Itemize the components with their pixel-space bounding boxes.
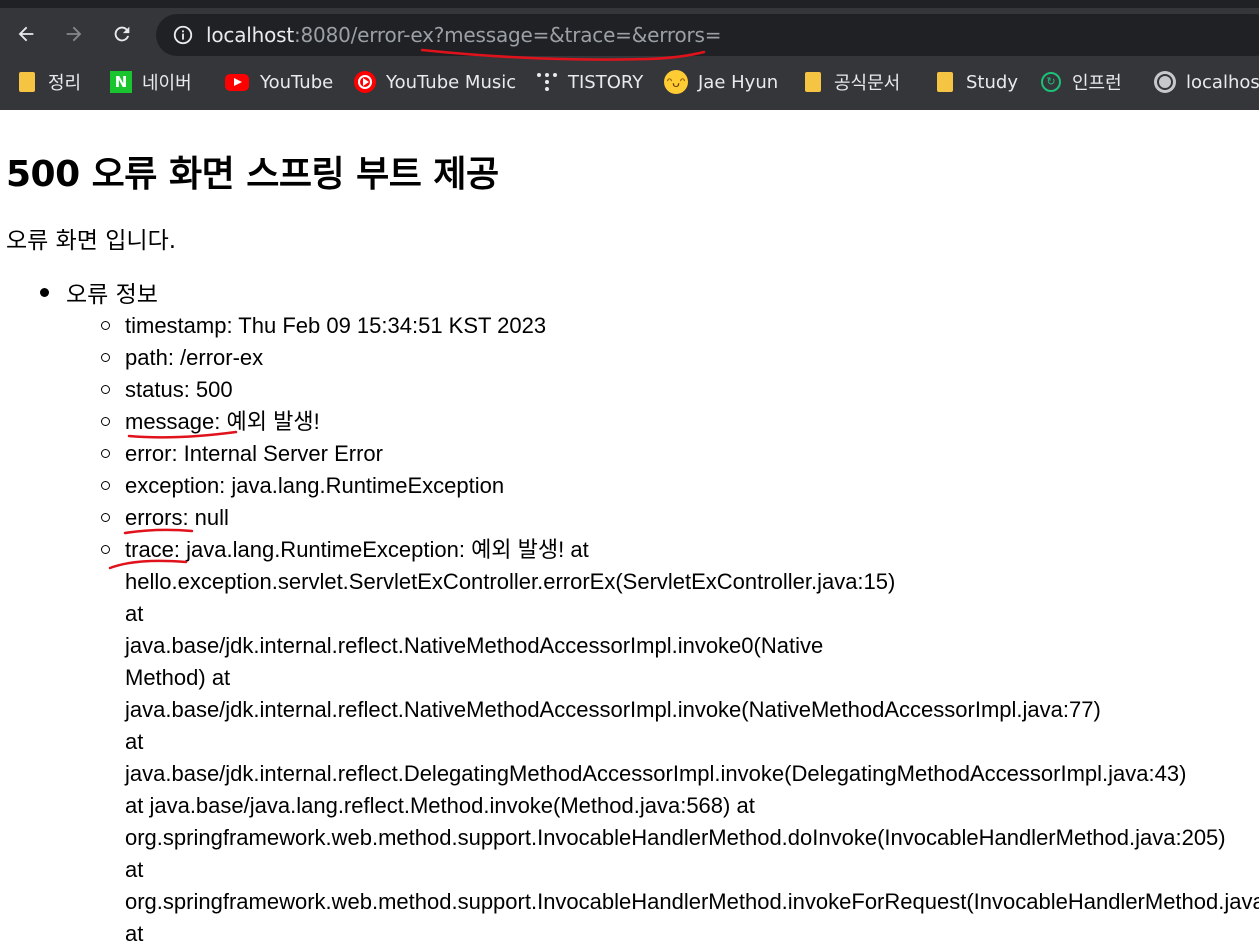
bookmark-label: 인프런	[1072, 73, 1122, 94]
bookmark-study[interactable]: Study	[934, 68, 1018, 96]
intro-text: 오류 화면 입니다.	[6, 228, 177, 254]
item-text: exception: java.lang.RuntimeException	[125, 473, 505, 498]
url-text[interactable]: localhost:8080/error-ex?message=&trace=&…	[206, 23, 722, 47]
folder-icon	[934, 71, 956, 93]
trace-line: at	[125, 601, 144, 626]
bookmark-inflearn[interactable]: ↻ 인프런	[1040, 68, 1122, 96]
bookmark-label: Jae Hyun	[698, 71, 779, 93]
globe-icon	[1154, 71, 1176, 93]
list-bullet	[101, 385, 110, 394]
page-content: 500 오류 화면 스프링 부트 제공 오류 화면 입니다. 오류 정보 tim…	[0, 110, 1259, 948]
youtube-icon	[224, 71, 250, 93]
trace-line: Method) at	[125, 665, 231, 690]
item-text: path: /error-ex	[125, 345, 264, 370]
folder-icon	[802, 71, 824, 93]
bookmark-youtube[interactable]: YouTube	[224, 68, 333, 96]
trace-line: java.base/jdk.internal.reflect.NativeMet…	[125, 697, 1101, 722]
bookmark-label: localhost	[1186, 71, 1259, 93]
item-text: error: Internal Server Error	[125, 441, 383, 466]
trace-underline-annotation	[108, 559, 188, 570]
folder-icon	[16, 71, 38, 93]
emoji-avatar-icon: ᵔᴗᵔ	[664, 70, 688, 94]
bookmark-youtube-music[interactable]: YouTube Music	[354, 68, 516, 96]
browser-chrome: localhost:8080/error-ex?message=&trace=&…	[0, 0, 1259, 110]
message-underline-annotation	[127, 430, 238, 439]
list-bullet	[101, 481, 110, 490]
list-item-path: path: /error-ex	[101, 342, 264, 374]
youtube-music-icon	[354, 71, 376, 93]
reload-button[interactable]	[108, 20, 136, 48]
tistory-icon	[536, 71, 558, 93]
list-item-status: status: 500	[101, 374, 233, 406]
bookmark-label: 네이버	[142, 73, 192, 94]
tab-strip-edge	[0, 0, 1259, 8]
arrow-left-icon	[18, 26, 34, 42]
url-host: localhost	[206, 23, 294, 47]
list-item-timestamp: timestamp: Thu Feb 09 15:34:51 KST 2023	[101, 310, 547, 342]
list-bullet	[101, 449, 110, 458]
item-text: status: 500	[125, 377, 233, 402]
forward-button[interactable]	[60, 20, 88, 48]
page-title: 500 오류 화면 스프링 부트 제공	[6, 154, 499, 195]
inflearn-icon: ↻	[1040, 71, 1062, 93]
trace-line: hello.exception.servlet.ServletExControl…	[125, 569, 896, 594]
bookmark-label: Study	[966, 71, 1018, 93]
bookmark-jeongri[interactable]: 정리	[16, 68, 81, 96]
list-item-exception: exception: java.lang.RuntimeException	[101, 470, 505, 502]
trace-line: at	[125, 729, 144, 754]
trace-line: at	[125, 921, 144, 946]
bookmark-naver[interactable]: N 네이버	[110, 68, 192, 96]
bookmark-jae-hyun[interactable]: ᵔᴗᵔ Jae Hyun	[664, 68, 778, 96]
back-button[interactable]	[12, 20, 40, 48]
url-path: :8080/error-ex?message=&trace=&errors=	[293, 23, 722, 47]
section-label: 오류 정보	[66, 282, 158, 308]
bookmark-label: YouTube	[260, 71, 334, 93]
info-icon[interactable]	[172, 24, 194, 46]
bookmarks-bar: 정리 N 네이버 YouTube YouTube Music TISTORY ᵔ…	[0, 62, 1259, 102]
arrow-right-icon	[66, 26, 82, 42]
bookmark-official-docs[interactable]: 공식문서	[802, 68, 900, 96]
item-text: timestamp: Thu Feb 09 15:34:51 KST 2023	[125, 313, 547, 338]
list-bullet	[101, 353, 110, 362]
trace-line: at java.base/java.lang.reflect.Method.in…	[125, 793, 755, 818]
trace-line: org.springframework.web.method.support.I…	[125, 825, 1226, 850]
list-item-error: error: Internal Server Error	[101, 438, 383, 470]
list-item-trace: trace: java.lang.RuntimeException: 예외 발생…	[125, 534, 1259, 948]
list-bullet	[101, 417, 110, 426]
naver-icon: N	[110, 71, 132, 93]
list-bullet	[101, 513, 110, 522]
bookmark-label: TISTORY	[568, 71, 644, 93]
trace-line: java.base/jdk.internal.reflect.Delegatin…	[125, 761, 1187, 786]
bookmark-label: 공식문서	[834, 73, 901, 94]
bookmark-label: 정리	[48, 73, 82, 94]
trace-line: at	[125, 857, 144, 882]
reload-icon	[114, 26, 130, 42]
list-bullet	[101, 321, 110, 330]
trace-line: trace: java.lang.RuntimeException: 예외 발생…	[125, 537, 589, 562]
list-bullet	[101, 545, 110, 554]
trace-line: java.base/jdk.internal.reflect.NativeMet…	[125, 633, 824, 658]
trace-line: org.springframework.web.method.support.I…	[125, 889, 1259, 914]
bookmark-localhost[interactable]: localhost	[1154, 68, 1259, 96]
list-bullet	[40, 288, 49, 297]
bookmark-label: YouTube Music	[386, 71, 517, 93]
errors-underline-annotation	[123, 528, 194, 535]
bookmark-tistory[interactable]: TISTORY	[536, 68, 643, 96]
